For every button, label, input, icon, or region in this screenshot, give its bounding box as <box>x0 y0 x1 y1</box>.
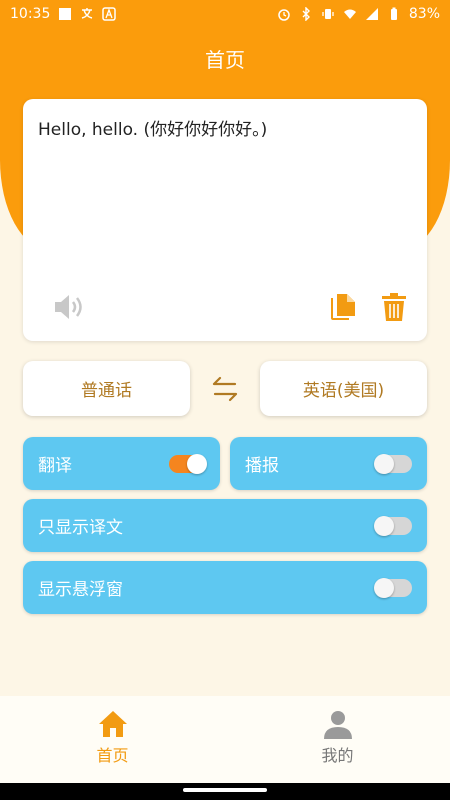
recognized-text: Hello, hello. (你好你好你好。) <box>38 120 268 140</box>
translate-label: 翻译 <box>38 456 72 476</box>
bottom-navigation: 首页 我的 <box>0 696 450 783</box>
source-language-label: 普通话 <box>81 381 132 401</box>
translation-only-toggle-row: 只显示译文 <box>23 499 427 552</box>
status-bar: 10:35 83% <box>0 0 450 28</box>
translation-card: Hello, hello. (你好你好你好。) <box>23 99 427 341</box>
nav-mine-tab[interactable]: 我的 <box>225 696 450 783</box>
floating-window-label: 显示悬浮窗 <box>38 580 123 600</box>
target-language-button[interactable]: 英语(美国) <box>260 361 427 416</box>
page-title: 首页 <box>205 48 245 72</box>
translate-switch[interactable] <box>169 453 207 474</box>
translation-only-switch[interactable] <box>374 515 412 536</box>
person-icon <box>323 711 352 739</box>
nav-mine-label: 我的 <box>321 746 354 765</box>
signal-icon <box>365 7 379 21</box>
home-icon <box>98 711 127 737</box>
delete-icon[interactable] <box>382 292 406 322</box>
broadcast-label: 播报 <box>245 456 279 476</box>
status-right: 83% <box>277 6 440 22</box>
copy-icon[interactable] <box>331 292 357 322</box>
broadcast-switch[interactable] <box>374 453 412 474</box>
broadcast-toggle-row: 播报 <box>230 437 427 490</box>
swap-languages-icon[interactable] <box>210 374 240 404</box>
source-language-button[interactable]: 普通话 <box>23 361 190 416</box>
status-left: 10:35 <box>10 6 117 22</box>
alarm-icon <box>277 7 291 21</box>
nav-home-label: 首页 <box>96 746 129 765</box>
translation-only-label: 只显示译文 <box>38 518 123 538</box>
wifi-icon <box>343 7 357 21</box>
vibrate-icon <box>321 7 335 21</box>
target-language-label: 英语(美国) <box>302 381 385 401</box>
app-notification-icon <box>102 7 117 21</box>
status-time: 10:35 <box>10 6 51 22</box>
nav-home-tab[interactable]: 首页 <box>0 696 225 783</box>
battery-percent: 83% <box>408 6 440 22</box>
battery-icon <box>387 7 401 21</box>
floating-window-toggle-row: 显示悬浮窗 <box>23 561 427 614</box>
translate-toggle-row: 翻译 <box>23 437 220 490</box>
bluetooth-icon <box>299 7 313 21</box>
speaker-icon[interactable] <box>53 292 87 322</box>
notification-square-icon <box>58 7 72 21</box>
floating-window-switch[interactable] <box>374 577 412 598</box>
gesture-handle[interactable] <box>183 788 267 792</box>
translate-notification-icon <box>80 7 94 21</box>
